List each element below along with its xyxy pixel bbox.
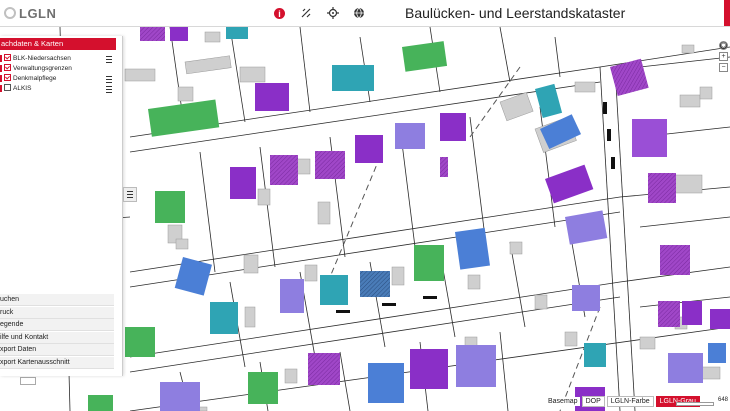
layer-checkbox[interactable] — [4, 53, 11, 61]
target-icon[interactable] — [326, 6, 340, 20]
layer-denkmalpflege[interactable]: Denkmalpflege — [0, 73, 118, 83]
menu-druck[interactable]: ruck — [0, 307, 114, 319]
globe-icon[interactable]: ◉ — [719, 41, 728, 50]
menu-export-kartenausschnitt[interactable]: xport Kartenausschnitt — [0, 357, 114, 369]
header-accent-bar — [724, 0, 730, 26]
layer-menu-icon[interactable] — [106, 76, 112, 83]
menu-hilfe-kontakt[interactable]: ilfe und Kontakt — [0, 332, 114, 344]
scale-label: 648 — [718, 397, 729, 403]
app-header: LGLN i Baulücken- und Leerstandskataster — [0, 0, 730, 27]
menu-export-daten[interactable]: xport Daten — [0, 344, 114, 356]
logo-text: LGLN — [19, 5, 57, 21]
layer-blk-niedersachsen[interactable]: BLK-Niedersachsen — [0, 53, 118, 63]
colored-buildings — [88, 27, 730, 411]
layer-checkbox[interactable] — [4, 63, 11, 71]
basemap-lgln-farbe-button[interactable]: LGLN-Farbe — [606, 395, 654, 407]
layer-menu-icon[interactable] — [106, 56, 112, 63]
layer-marker — [0, 75, 2, 82]
layer-label: BLK-Niedersachsen — [13, 55, 71, 62]
layer-label: ALKIS — [13, 85, 32, 92]
satellite-icon[interactable] — [299, 6, 313, 20]
layer-verwaltungsgrenzen[interactable]: Verwaltungsgrenzen — [0, 63, 118, 73]
basemap-dop-button[interactable]: DOP — [581, 395, 605, 407]
logo-mark-icon — [4, 7, 16, 19]
scale-line — [676, 402, 714, 406]
layer-label: Verwaltungsgrenzen — [13, 65, 72, 72]
scale-bar: 648 — [676, 396, 728, 406]
info-icon[interactable]: i — [274, 8, 285, 19]
layer-marker — [0, 85, 2, 92]
zoom-out-button[interactable]: − — [719, 63, 728, 72]
panel-header-fachdaten[interactable]: achdaten & Karten — [0, 38, 116, 50]
layer-checkbox[interactable] — [4, 83, 11, 91]
layer-alkis[interactable]: ALKIS — [0, 83, 118, 93]
layer-label: Denkmalpflege — [13, 75, 57, 82]
panel-toggle-icon[interactable] — [123, 187, 137, 202]
layer-menu-icon[interactable] — [106, 86, 112, 93]
page-title: Baulücken- und Leerstandskataster — [405, 5, 626, 21]
menu-legende[interactable]: egende — [0, 319, 114, 331]
globe-icon[interactable] — [352, 6, 366, 20]
lgln-logo[interactable]: LGLN — [4, 3, 56, 23]
menu-suchen[interactable]: uchen — [0, 294, 114, 306]
mini-scale-icon — [20, 377, 36, 385]
layer-checkbox[interactable] — [4, 73, 11, 81]
layer-marker — [0, 65, 2, 72]
zoom-in-button[interactable]: + — [719, 52, 728, 61]
basemap-label: Basemap — [546, 396, 580, 406]
layer-marker — [0, 55, 2, 62]
side-panel: achdaten & Karten BLK-Niedersachsen Verw… — [0, 36, 123, 376]
map-controls: ◉ + − — [719, 41, 728, 74]
